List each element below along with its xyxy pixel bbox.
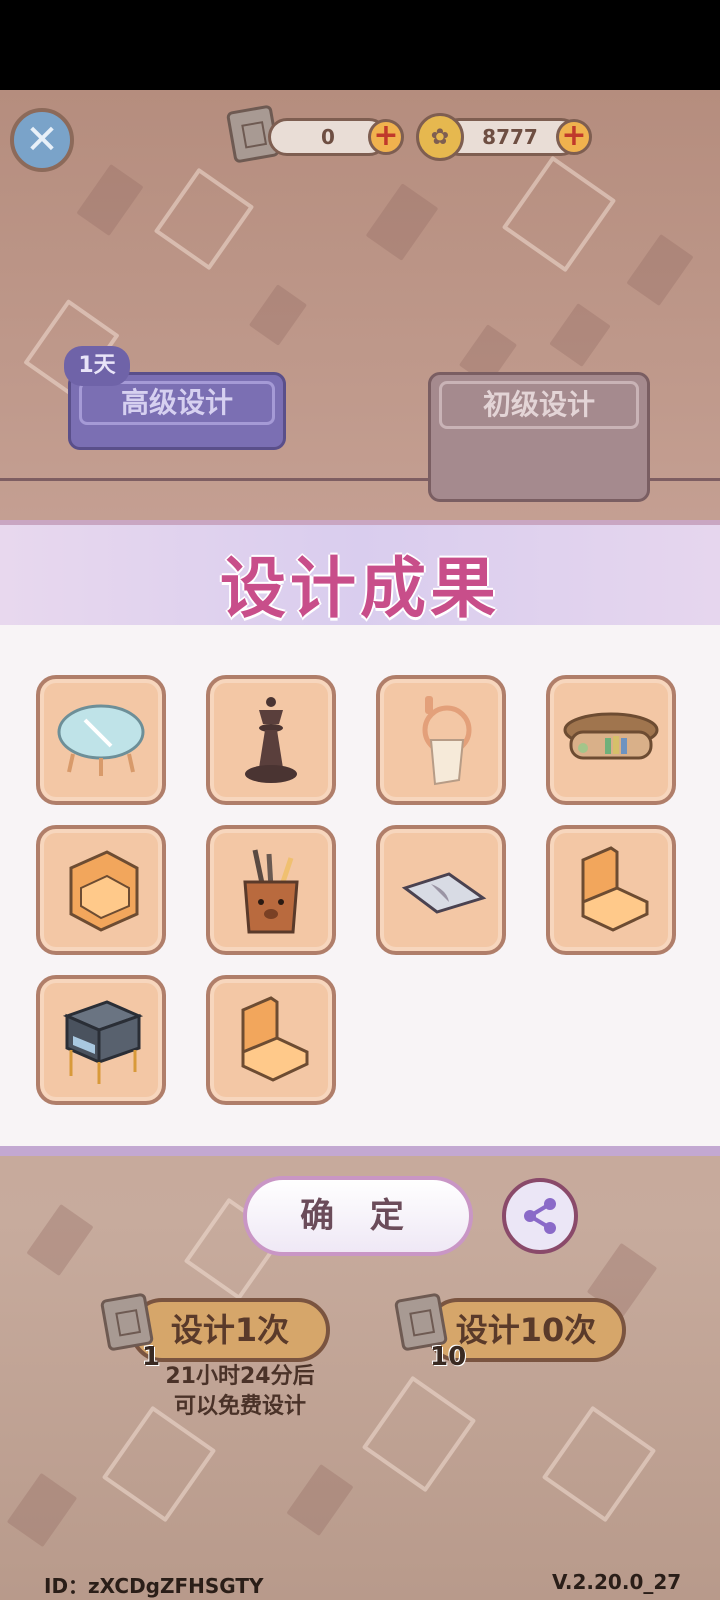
close-icon: ✕ [25,117,59,163]
pen-holder-icon [243,849,299,934]
result-item-pen-holder[interactable] [206,825,336,955]
result-item-towel-ring[interactable] [376,675,506,805]
oval-bookshelf-icon [563,712,659,760]
design-once-label: 设计1次 [170,1311,290,1349]
close-button[interactable]: ✕ [10,108,74,172]
result-item-nightstand[interactable] [36,975,166,1105]
result-item-corner-sofa[interactable] [36,825,166,955]
free-design-timer: 21小时24分后 可以免费设计 [120,1362,360,1422]
modal-title: 设计成果 [220,550,500,627]
result-item-chess-queen[interactable] [206,675,336,805]
result-item-armless-chair[interactable] [546,825,676,955]
free-timer-line1: 21小时24分后 [165,1364,315,1389]
rug-icon [401,872,487,914]
glass-table-icon [57,704,145,776]
plus-icon: + [561,118,587,153]
tab-basic-label: 初级设计 [439,381,639,429]
add-scrolls-button[interactable]: + [368,119,404,155]
confirm-button[interactable]: 确 定 [243,1176,473,1256]
nightstand-icon [62,1000,144,1084]
player-id: ID：zXCDgZFHSGTY [44,1574,264,1598]
share-icon [524,1198,556,1234]
design-result-modal: 设计成果 [0,520,720,1156]
share-button[interactable] [502,1178,578,1254]
modal-header: 设计成果 [0,525,720,627]
chess-queen-icon [245,697,297,783]
day-badge: 1天 [64,346,130,386]
armless-chair-icon [241,996,309,1082]
armless-chair-icon [581,846,649,932]
result-item-glass-table[interactable] [36,675,166,805]
towel-ring-icon [422,696,472,786]
result-item-rug[interactable] [376,825,506,955]
coin-icon: ✿ [416,113,464,161]
design-ten-label: 设计10次 [455,1311,597,1349]
result-item-armless-chair[interactable] [206,975,336,1105]
result-item-oval-bookshelf[interactable] [546,675,676,805]
plus-icon: + [373,118,399,153]
tab-advanced-label: 高级设计 [79,381,275,425]
free-timer-line2: 可以免费设计 [173,1394,306,1419]
design-ten-cost: 10 [430,1342,467,1372]
version-label: V.2.20.0_27 [552,1570,682,1594]
corner-sofa-icon [69,850,139,932]
tab-basic-design[interactable]: 初级设计 [428,372,650,502]
add-coins-button[interactable]: + [556,119,592,155]
